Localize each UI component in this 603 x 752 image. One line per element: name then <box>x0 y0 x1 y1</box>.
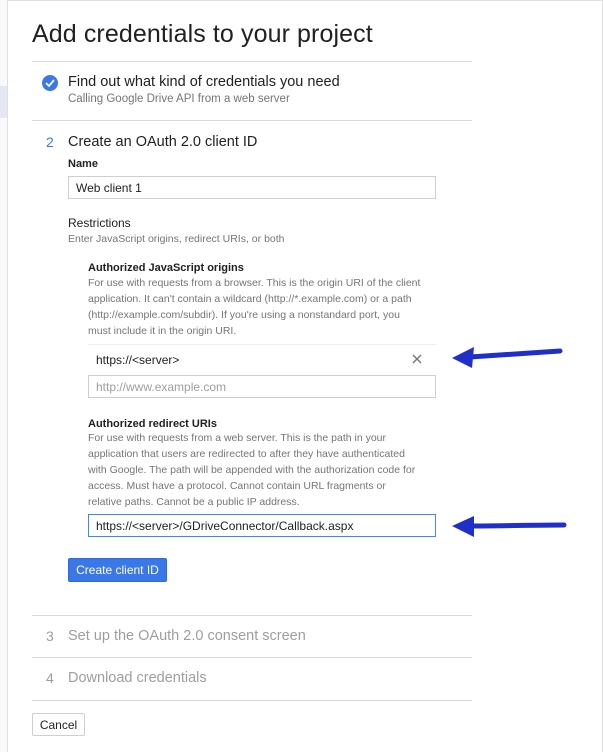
arrow-left-icon <box>452 516 567 537</box>
help-line: access. Must have a protocol. Cannot con… <box>88 480 386 492</box>
left-rail-highlight <box>0 86 7 118</box>
step-4-number: 4 <box>46 670 54 686</box>
step-3-title: Set up the OAuth 2.0 consent screen <box>68 628 306 644</box>
top-border <box>7 0 603 4</box>
help-line: For use with requests from a browser. Th… <box>88 277 421 289</box>
name-input[interactable] <box>68 176 436 199</box>
redirect-uris-help: For use with requests from a web server.… <box>88 430 415 510</box>
help-line: must include it in the origin URI. <box>88 325 237 337</box>
help-line: For use with requests from a web server.… <box>88 432 387 444</box>
step-2-title: Create an OAuth 2.0 client ID <box>68 134 258 150</box>
step-1-subtitle: Calling Google Drive API from a web serv… <box>68 93 290 105</box>
redirect-uri-input[interactable] <box>88 514 436 537</box>
divider <box>32 120 472 121</box>
js-origins-help: For use with requests from a browser. Th… <box>88 275 420 339</box>
js-origin-value: https://<server> <box>96 353 180 367</box>
page-title: Add credentials to your project <box>32 20 373 48</box>
close-icon[interactable] <box>410 352 424 366</box>
arrow-left-icon <box>452 347 563 368</box>
step-4-title: Download credentials <box>68 670 207 686</box>
help-line: application. It can't contain a wildcard… <box>88 293 412 305</box>
name-label: Name <box>68 158 98 170</box>
js-origin-entry[interactable]: https://<server> <box>88 344 436 373</box>
help-line: (http://example.com/subdir). If you're u… <box>88 309 400 321</box>
help-line: with Google. The path will be appended w… <box>88 464 416 476</box>
step-2-number: 2 <box>46 134 54 150</box>
cancel-button[interactable]: Cancel <box>32 713 85 736</box>
help-line: application that users are redirected to… <box>88 448 405 460</box>
restrictions-help: Enter JavaScript origins, redirect URIs,… <box>68 233 285 245</box>
create-client-id-button[interactable]: Create client ID <box>68 558 167 582</box>
divider <box>32 657 472 658</box>
redirect-uris-label: Authorized redirect URIs <box>88 418 217 430</box>
divider <box>32 615 472 616</box>
step-1-title: Find out what kind of credentials you ne… <box>68 74 340 90</box>
help-line: relative paths. Cannot be a public IP ad… <box>88 496 300 508</box>
restrictions-label: Restrictions <box>68 216 131 230</box>
divider <box>32 700 472 701</box>
js-origins-label: Authorized JavaScript origins <box>88 262 244 274</box>
divider <box>32 61 472 62</box>
check-circle-icon <box>42 75 58 91</box>
step-3-number: 3 <box>46 628 54 644</box>
js-origin-input[interactable] <box>88 375 436 398</box>
